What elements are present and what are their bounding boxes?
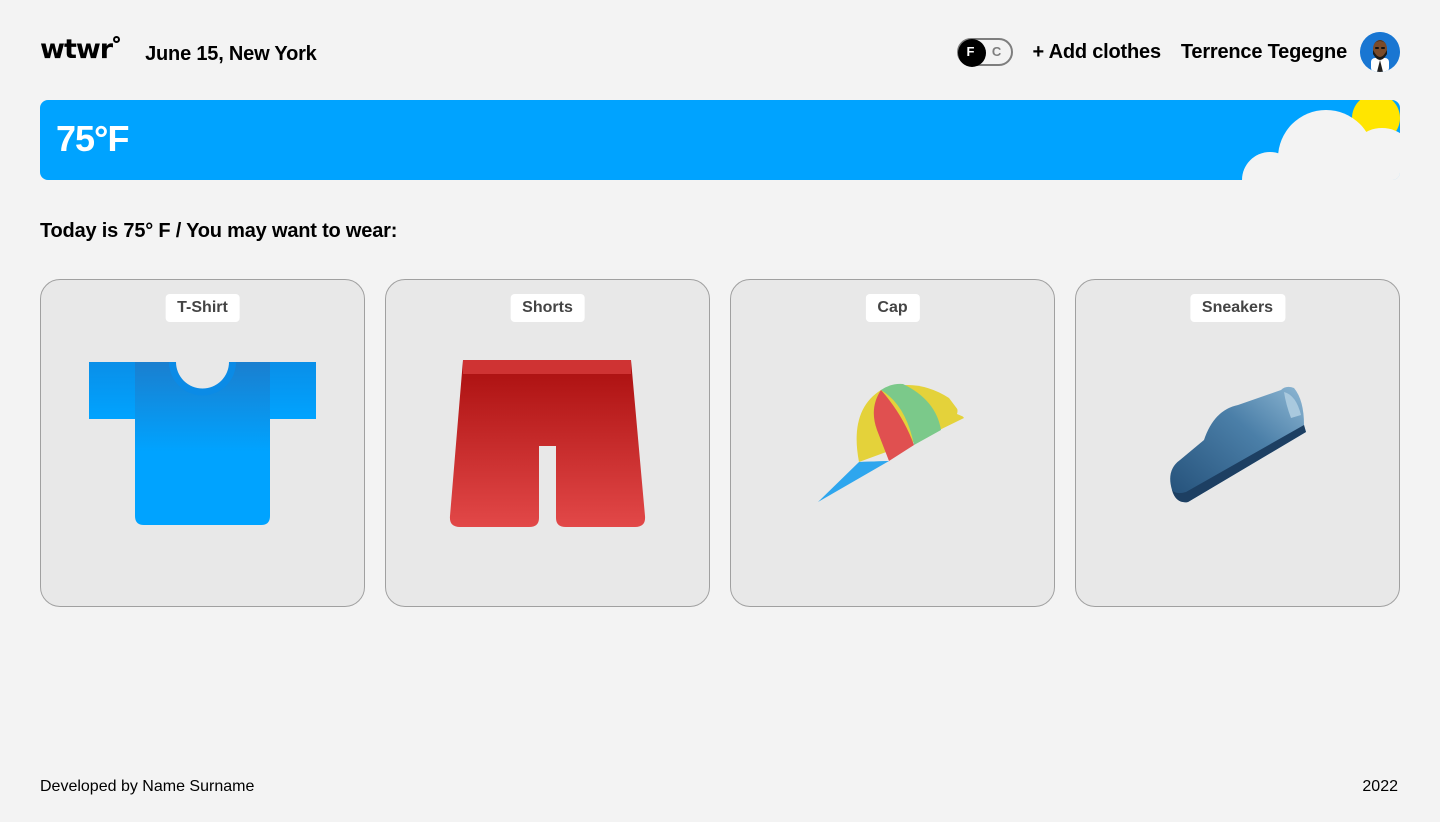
clothing-list: T-Shirt Shorts Cap Sneakers [40,279,1400,607]
recommendation-heading: Today is 75° F / You may want to wear: [40,220,398,242]
toggle-option-fahrenheit[interactable]: F [957,40,985,66]
cap-icon [818,383,964,502]
weather-card: 75°F [40,100,1400,180]
username[interactable]: Terrence Tegegne [1181,41,1347,64]
avatar-icon [1360,32,1400,72]
date-location: June 15, New York [145,42,317,65]
footer-credit: Developed by Name Surname [40,778,255,795]
page: wtwr June 15, New York F C + Add clothes… [0,0,1440,822]
logo-text: wtwr [40,33,113,65]
clothing-card-label: Cap [865,294,920,322]
clothing-card-label: T-Shirt [165,294,240,322]
clothing-card-tshirt[interactable]: T-Shirt [40,279,365,607]
tshirt-icon [89,362,316,525]
clothing-card-label: Shorts [510,294,585,322]
add-clothes-button[interactable]: + Add clothes [1033,41,1162,64]
logo-degree-mark [113,35,121,43]
clothing-card-shorts[interactable]: Shorts [385,279,710,607]
weather-illustration [1242,100,1400,180]
header-actions: F C + Add clothes Terrence Tegegne [956,32,1400,72]
logo[interactable]: wtwr [40,33,121,65]
clothing-card-label: Sneakers [1189,294,1286,322]
avatar[interactable] [1360,32,1400,72]
clothing-card-sneakers[interactable]: Sneakers [1075,279,1400,607]
weather-temperature: 75°F [56,118,129,159]
shorts-icon [449,360,646,527]
temperature-unit-toggle[interactable]: F C [956,38,1013,67]
sneaker-icon [1170,386,1306,503]
toggle-option-celsius[interactable]: C [983,40,1011,66]
clothing-card-cap[interactable]: Cap [730,279,1055,607]
footer-year: 2022 [1362,778,1398,795]
header: wtwr June 15, New York F C + Add clothes… [40,32,1400,72]
